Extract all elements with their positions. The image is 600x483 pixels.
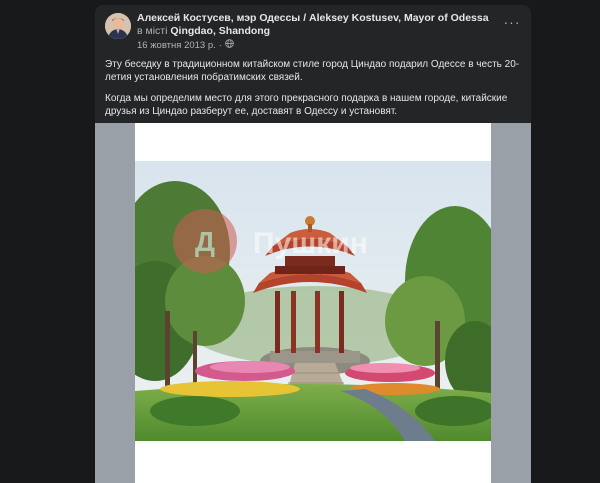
post-text: Эту беседку в традиционном китайском сти… [105,58,523,126]
location-prefix: в місті [137,25,171,37]
date-separator: · [218,39,222,51]
globe-icon [225,39,234,51]
more-options-icon[interactable]: ··· [503,14,521,30]
post-paragraph-2: Когда мы определим место для этого прекр… [105,93,508,117]
more-options-label: ··· [503,14,521,30]
post-media[interactable]: Д Пушкин [95,123,531,483]
feed-post: Алексей Костусев, мэр Одессы / Aleksey K… [95,5,531,483]
svg-text:Пушкин: Пушкин [253,227,368,260]
location-link[interactable]: Qingdao, Shandong [170,25,270,37]
date-line: 16 жовтня 2013 р. · [137,39,497,51]
post-header: Алексей Костусев, мэр Одессы / Aleksey K… [95,5,531,55]
photo-frame: Д Пушкин [135,123,491,483]
post-date-link[interactable]: 16 жовтня 2013 р. [137,40,216,51]
pagoda-garden-photo[interactable]: Д Пушкин [135,161,491,441]
svg-text:Д: Д [195,226,215,257]
post-paragraph-1: Эту беседку в традиционном китайском сти… [105,59,520,83]
post-meta: Алексей Костусев, мэр Одессы / Aleksey K… [137,12,497,51]
author-line: Алексей Костусев, мэр Одессы / Aleksey K… [137,12,497,38]
author-avatar[interactable] [105,13,131,39]
avatar-image [105,13,131,39]
author-name-link[interactable]: Алексей Костусев, мэр Одессы / Aleksey K… [137,12,489,24]
